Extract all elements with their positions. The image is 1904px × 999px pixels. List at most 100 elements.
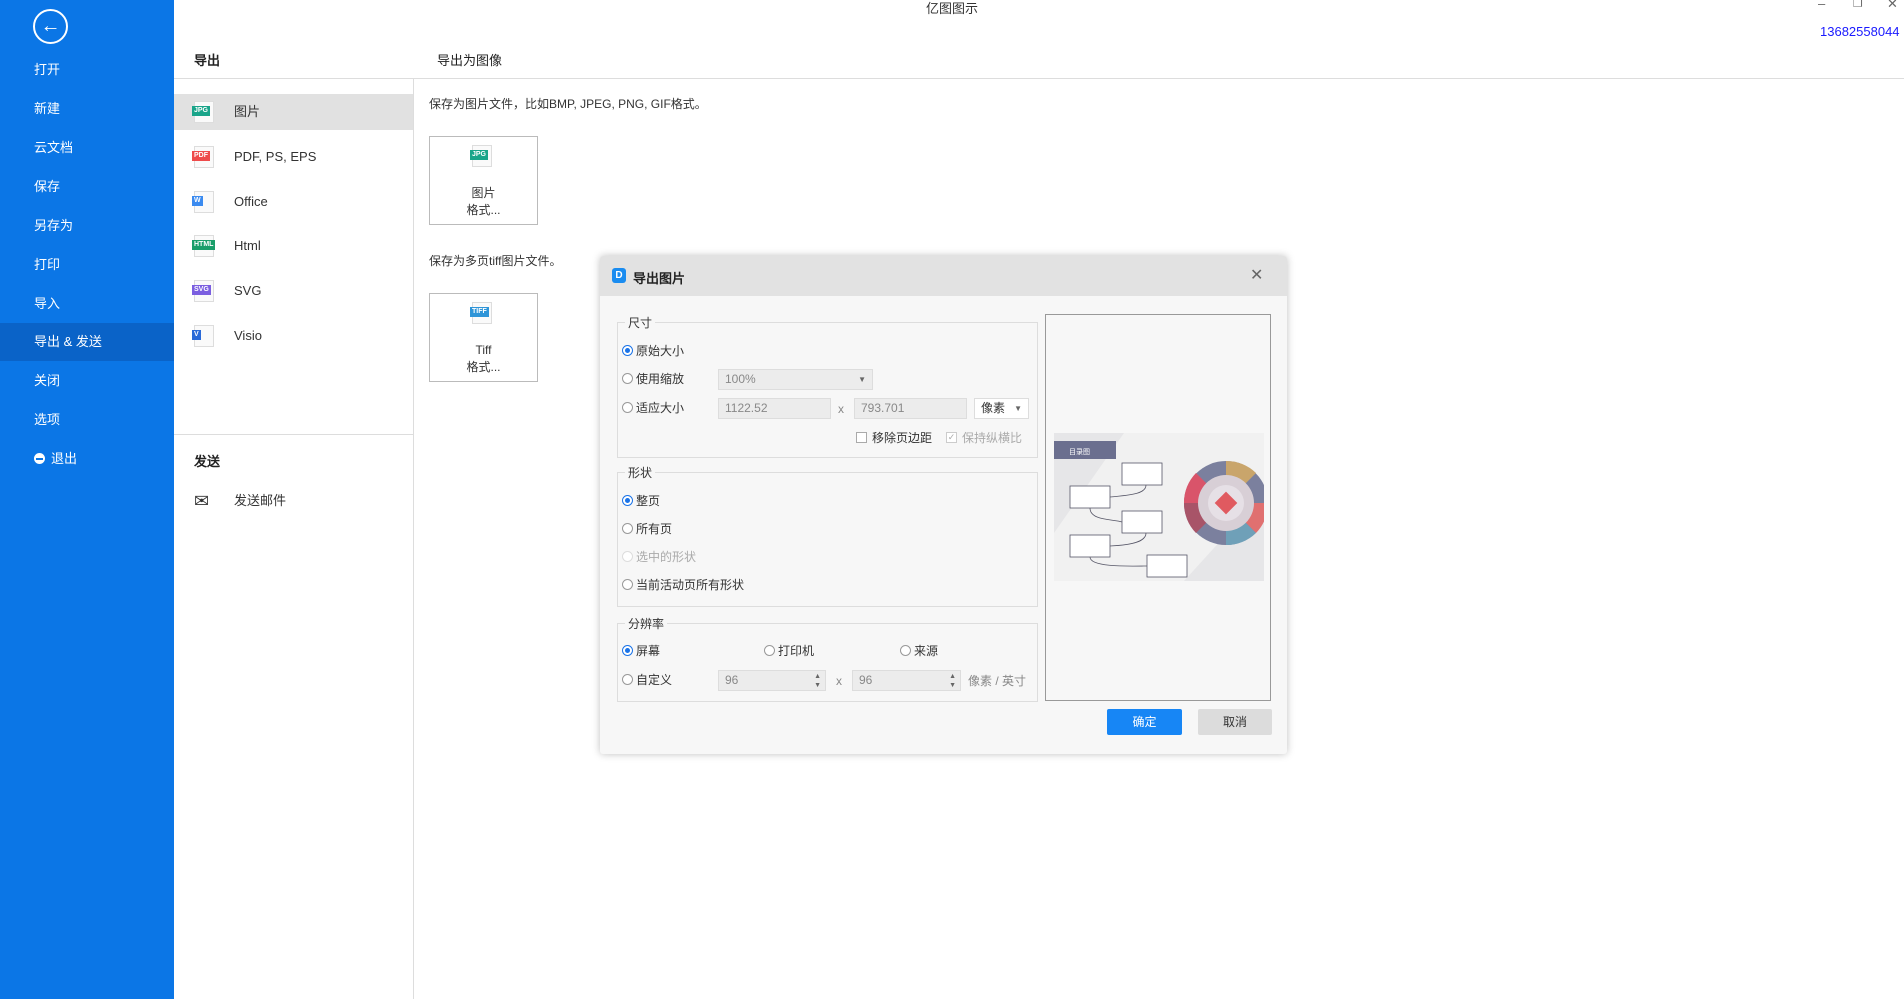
printer-label: 打印机 — [778, 644, 815, 658]
keep-ratio-label: 保持纵横比 — [962, 431, 1023, 445]
card-sublabel: 格式... — [466, 203, 501, 217]
item-label: Office — [234, 194, 268, 209]
svg-text:目录图: 目录图 — [1069, 448, 1090, 456]
sidebar-item-print[interactable]: 打印 — [0, 246, 174, 284]
card-label: 图片 — [471, 186, 496, 200]
send-header: 发送 — [194, 454, 221, 469]
dpi-y-spinner[interactable]: 96 ▲ ▼ — [852, 670, 961, 691]
dialog-title: 导出图片 — [633, 271, 686, 286]
content-header: 导出为图像 — [437, 53, 503, 68]
export-item-office[interactable]: W Office — [174, 184, 413, 220]
app-logo-icon: D — [612, 268, 626, 283]
unit-select[interactable]: 像素 ▼ — [974, 398, 1029, 419]
jpg-file-icon: JPG — [470, 145, 492, 167]
send-email-item[interactable]: ✉ 发送邮件 — [174, 483, 413, 519]
sidebar-item-options[interactable]: 选项 — [0, 401, 174, 439]
screen-label: 屏幕 — [636, 644, 661, 658]
radio-screen[interactable] — [622, 645, 633, 656]
dpi-unit-label: 像素 / 英寸 — [968, 674, 1027, 688]
tiff-file-icon: TIFF — [470, 302, 492, 324]
export-item-visio[interactable]: V Visio — [174, 318, 413, 354]
sidebar-item-import[interactable]: 导入 — [0, 285, 174, 323]
radio-original-size[interactable] — [622, 345, 633, 356]
height-input[interactable]: 793.701 — [854, 398, 967, 419]
radio-source[interactable] — [900, 645, 911, 656]
radio-all-pages[interactable] — [622, 523, 633, 534]
sidebar-item-new[interactable]: 新建 — [0, 90, 174, 128]
chevron-down-icon: ▼ — [858, 375, 866, 384]
spinner-arrows-icon[interactable]: ▲ ▼ — [949, 672, 956, 690]
current-page-shapes-label: 当前活动页所有形状 — [636, 578, 745, 592]
panel-divider — [413, 78, 414, 999]
zoom-select[interactable]: 100% ▼ — [718, 369, 873, 390]
sidebar-item-cloud[interactable]: 云文档 — [0, 129, 174, 167]
ok-button[interactable]: 确定 — [1107, 709, 1182, 735]
sidebar: ← 打开 新建 云文档 保存 另存为 打印 导入 导出 & 发送 关闭 选项 退… — [0, 0, 174, 999]
custom-label: 自定义 — [636, 673, 673, 687]
size-legend: 尺寸 — [625, 314, 656, 331]
sidebar-item-exit[interactable]: 退出 — [0, 440, 174, 478]
diagram-preview-image: 目录图 — [1054, 433, 1264, 581]
times-label: x — [838, 402, 844, 416]
tiff-format-button[interactable]: TIFF Tiff 格式... — [429, 293, 538, 382]
times-label: x — [836, 674, 842, 688]
fit-size-label: 适应大小 — [636, 401, 685, 415]
remove-margin-label: 移除页边距 — [872, 431, 933, 445]
export-item-image[interactable]: JPG 图片 — [174, 94, 413, 130]
dpi-y-value: 96 — [859, 673, 873, 687]
close-window-icon[interactable]: ✕ — [1887, 0, 1898, 12]
item-label: 发送邮件 — [234, 493, 287, 508]
back-arrow-icon[interactable]: ← — [33, 9, 68, 44]
use-zoom-label: 使用缩放 — [636, 372, 685, 386]
sidebar-item-export-send[interactable]: 导出 & 发送 — [0, 323, 174, 361]
radio-selected-shapes[interactable] — [622, 551, 633, 562]
radio-printer[interactable] — [764, 645, 775, 656]
export-item-svg[interactable]: SVG SVG — [174, 273, 413, 309]
remove-margin-checkbox[interactable] — [856, 432, 867, 443]
image-format-button[interactable]: JPG 图片 格式... — [429, 136, 538, 225]
user-account-link[interactable]: 13682558044 — [1820, 24, 1900, 39]
cancel-button[interactable]: 取消 — [1198, 709, 1272, 735]
app-title: 亿图图示 — [925, 1, 978, 16]
visio-file-icon: V — [192, 325, 214, 347]
tiff-description: 保存为多页tiff图片文件。 — [429, 254, 562, 268]
chevron-down-icon: ▼ — [1014, 404, 1022, 413]
export-image-dialog: D 导出图片 ✕ 尺寸 原始大小 使用缩放 100% ▼ 适应大小 1122.52… — [600, 256, 1287, 754]
export-header: 导出 — [194, 53, 221, 68]
close-icon[interactable]: ✕ — [1250, 265, 1263, 285]
mail-send-icon: ✉ — [194, 491, 210, 511]
width-input[interactable]: 1122.52 — [718, 398, 831, 419]
radio-current-page-shapes[interactable] — [622, 579, 633, 590]
zoom-value: 100% — [725, 372, 756, 386]
sidebar-item-open[interactable]: 打开 — [0, 51, 174, 89]
sidebar-item-close[interactable]: 关闭 — [0, 362, 174, 400]
shape-legend: 形状 — [625, 464, 656, 481]
pdf-file-icon: PDF — [192, 146, 214, 168]
item-label: Html — [234, 238, 261, 253]
resolution-group — [617, 623, 1038, 702]
preview-pane: 目录图 — [1045, 314, 1271, 701]
sidebar-item-save-as[interactable]: 另存为 — [0, 207, 174, 245]
restore-icon[interactable]: ❐ — [1853, 0, 1863, 10]
dialog-title-bar: D 导出图片 ✕ — [600, 256, 1287, 296]
html-file-icon: HTML — [192, 235, 216, 257]
minus-circle-icon — [34, 453, 45, 464]
spinner-arrows-icon[interactable]: ▲ ▼ — [814, 672, 821, 690]
export-item-pdf[interactable]: PDF PDF, PS, EPS — [174, 139, 413, 175]
resolution-legend: 分辨率 — [625, 615, 668, 632]
header-divider — [174, 78, 1904, 79]
keep-ratio-checkbox[interactable]: ✓ — [946, 432, 957, 443]
dpi-x-spinner[interactable]: 96 ▲ ▼ — [718, 670, 826, 691]
export-item-html[interactable]: HTML Html — [174, 228, 413, 264]
radio-use-zoom[interactable] — [622, 373, 633, 384]
radio-fit-size[interactable] — [622, 402, 633, 413]
word-file-icon: W — [192, 191, 214, 213]
jpg-file-icon: JPG — [192, 101, 214, 123]
sidebar-item-save[interactable]: 保存 — [0, 168, 174, 206]
item-label: Visio — [234, 328, 262, 343]
minimize-icon[interactable]: ‒ — [1818, 0, 1825, 11]
radio-whole-page[interactable] — [622, 495, 633, 506]
all-pages-label: 所有页 — [636, 522, 673, 536]
radio-custom[interactable] — [622, 674, 633, 685]
svg-file-icon: SVG — [192, 280, 214, 302]
